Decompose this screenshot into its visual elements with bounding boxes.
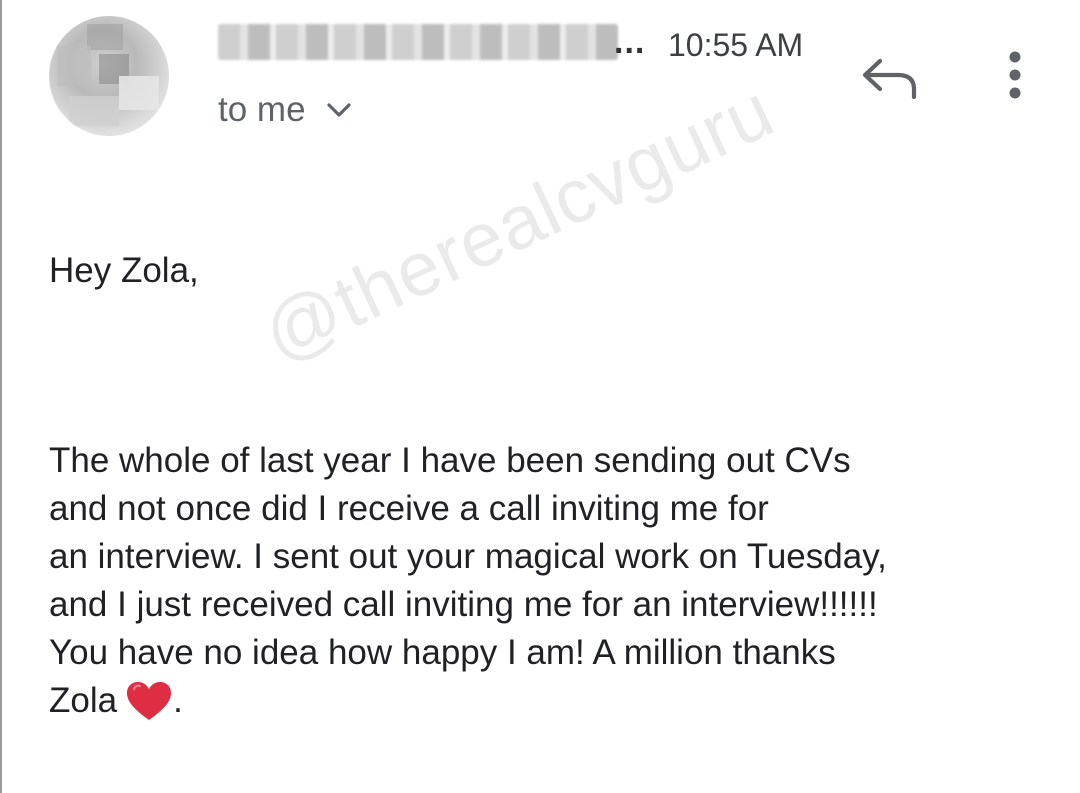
message-time: 10:55 AM (668, 27, 804, 63)
avatar-blur-block (119, 76, 159, 110)
avatar-blur-block (87, 24, 123, 50)
closing-punctuation: . (173, 681, 183, 720)
message-line: The whole of last year I have been sendi… (49, 441, 851, 480)
message-line: and not once did I receive a call inviti… (49, 489, 769, 528)
message-line: an interview. I sent out your magical wo… (49, 537, 887, 576)
avatar-blur-block (69, 96, 119, 126)
message-closing-line: Zola . (49, 677, 1059, 725)
recipient-toggle[interactable]: to me (218, 90, 352, 130)
sender-name-ellipsis: ... (614, 23, 646, 61)
red-heart-emoji-icon (127, 682, 172, 720)
left-edge-divider (0, 0, 2, 793)
reply-icon[interactable] (860, 55, 920, 99)
message-line: and I just received call inviting me for… (49, 585, 878, 624)
sender-avatar[interactable] (49, 16, 169, 136)
message-greeting: Hey Zola, (49, 251, 199, 290)
message-line: You have no idea how happy I am! A milli… (49, 633, 836, 672)
chevron-down-icon (326, 103, 351, 117)
more-vert-icon[interactable] (1000, 48, 1030, 104)
recipient-label: to me (218, 90, 306, 129)
message-body: The whole of last year I have been sendi… (49, 437, 1059, 725)
closing-name: Zola (49, 681, 118, 720)
sender-name-redacted[interactable] (218, 24, 618, 60)
avatar-blur-block (57, 46, 91, 86)
